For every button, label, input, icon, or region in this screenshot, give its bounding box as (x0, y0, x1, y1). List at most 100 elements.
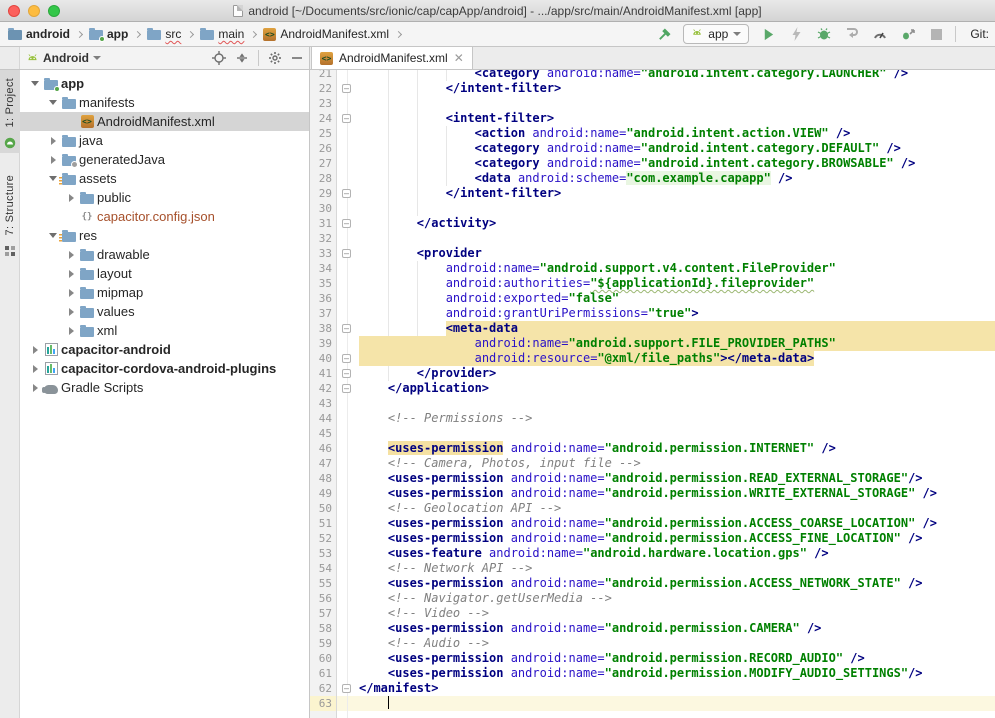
tree-item-app[interactable]: app (20, 74, 309, 93)
tree-item-gradle-scripts[interactable]: Gradle Scripts (20, 378, 309, 397)
close-icon[interactable]: ✕ (454, 52, 464, 64)
collapse-all-icon[interactable] (235, 51, 249, 65)
fold-marker-icon[interactable]: – (342, 369, 351, 378)
tree-item-generatedjava[interactable]: generatedJava (20, 150, 309, 169)
code-line-62[interactable]: 62–</manifest> (310, 681, 995, 696)
run-play-icon[interactable] (759, 25, 777, 43)
chevron-down-icon[interactable] (46, 176, 60, 181)
tree-item-layout[interactable]: layout (20, 264, 309, 283)
code-line-42[interactable]: 42–</application> (310, 381, 995, 396)
tree-item-capacitor-cordova-android-plugins[interactable]: capacitor-cordova-android-plugins (20, 359, 309, 378)
code-line-34[interactable]: 34android:name="android.support.v4.conte… (310, 261, 995, 276)
code-line-22[interactable]: 22–</intent-filter> (310, 81, 995, 96)
code-line-31[interactable]: 31–</activity> (310, 216, 995, 231)
code-editor[interactable]: 21<category android:name="android.intent… (310, 70, 995, 718)
chevron-right-icon[interactable] (64, 270, 78, 278)
stop-square-icon[interactable] (927, 25, 945, 43)
code-line-45[interactable]: 45 (310, 426, 995, 441)
tree-item-capacitor-config-json[interactable]: {}capacitor.config.json (20, 207, 309, 226)
chevron-down-icon[interactable] (46, 233, 60, 238)
fold-marker-icon[interactable]: – (342, 249, 351, 258)
project-view-selector[interactable]: Android (43, 51, 89, 65)
locate-file-icon[interactable] (212, 51, 226, 65)
tree-item-java[interactable]: java (20, 131, 309, 150)
tree-item-mipmap[interactable]: mipmap (20, 283, 309, 302)
chevron-right-icon[interactable] (28, 384, 42, 392)
hide-panel-icon[interactable] (291, 52, 303, 64)
code-line-56[interactable]: 56<!-- Navigator.getUserMedia --> (310, 591, 995, 606)
code-line-57[interactable]: 57<!-- Video --> (310, 606, 995, 621)
code-line-58[interactable]: 58<uses-permission android:name="android… (310, 621, 995, 636)
fold-marker-icon[interactable]: – (342, 684, 351, 693)
breadcrumb-item-app[interactable]: app (87, 26, 130, 42)
debug-bug-icon[interactable] (815, 25, 833, 43)
code-line-63[interactable]: 63 (310, 696, 995, 711)
tree-item-xml[interactable]: xml (20, 321, 309, 340)
chevron-right-icon[interactable] (64, 289, 78, 297)
chevron-down-icon[interactable] (46, 100, 60, 105)
code-line-51[interactable]: 51<uses-permission android:name="android… (310, 516, 995, 531)
code-line-41[interactable]: 41–</provider> (310, 366, 995, 381)
tree-item-manifests[interactable]: manifests (20, 93, 309, 112)
code-line-38[interactable]: 38–<meta-data (310, 321, 995, 336)
tree-item-res[interactable]: res (20, 226, 309, 245)
code-line-54[interactable]: 54<!-- Network API --> (310, 561, 995, 576)
code-line-60[interactable]: 60<uses-permission android:name="android… (310, 651, 995, 666)
code-line-59[interactable]: 59<!-- Audio --> (310, 636, 995, 651)
tree-item-androidmanifest-xml[interactable]: <>AndroidManifest.xml (20, 112, 309, 131)
apply-changes-lightning-icon[interactable] (787, 25, 805, 43)
chevron-right-icon[interactable] (64, 327, 78, 335)
breadcrumb-item-android[interactable]: android (6, 26, 72, 42)
code-line-50[interactable]: 50<!-- Geolocation API --> (310, 501, 995, 516)
code-line-25[interactable]: 25<action android:name="android.intent.a… (310, 126, 995, 141)
fold-marker-icon[interactable]: – (342, 384, 351, 393)
breadcrumb-item-src[interactable]: src (145, 26, 183, 42)
code-line-52[interactable]: 52<uses-permission android:name="android… (310, 531, 995, 546)
code-line-23[interactable]: 23 (310, 96, 995, 111)
code-line-33[interactable]: 33–<provider (310, 246, 995, 261)
code-line-36[interactable]: 36android:exported="false" (310, 291, 995, 306)
tree-item-capacitor-android[interactable]: capacitor-android (20, 340, 309, 359)
fold-marker-icon[interactable]: – (342, 84, 351, 93)
code-line-40[interactable]: 40–android:resource="@xml/file_paths"></… (310, 351, 995, 366)
code-line-49[interactable]: 49<uses-permission android:name="android… (310, 486, 995, 501)
code-line-55[interactable]: 55<uses-permission android:name="android… (310, 576, 995, 591)
fold-marker-icon[interactable]: – (342, 114, 351, 123)
code-line-39[interactable]: 39android:name="android.support.FILE_PRO… (310, 336, 995, 351)
code-line-47[interactable]: 47<!-- Camera, Photos, input file --> (310, 456, 995, 471)
code-line-48[interactable]: 48<uses-permission android:name="android… (310, 471, 995, 486)
fold-marker-icon[interactable]: – (342, 189, 351, 198)
fold-marker-icon[interactable]: – (342, 219, 351, 228)
coverage-arrow-icon[interactable] (843, 25, 861, 43)
chevron-right-icon[interactable] (64, 308, 78, 316)
chevron-right-icon[interactable] (28, 365, 42, 373)
code-line-46[interactable]: 46<uses-permission android:name="android… (310, 441, 995, 456)
breadcrumb-item-main[interactable]: main (198, 26, 246, 42)
run-configuration-select[interactable]: app (683, 24, 749, 44)
attach-debugger-icon[interactable] (899, 25, 917, 43)
code-line-21[interactable]: 21<category android:name="android.intent… (310, 70, 995, 81)
fold-marker-icon[interactable]: – (342, 354, 351, 363)
chevron-right-icon[interactable] (64, 251, 78, 259)
code-line-28[interactable]: 28<data android:scheme="com.example.capa… (310, 171, 995, 186)
fold-marker-icon[interactable]: – (342, 324, 351, 333)
gear-icon[interactable] (268, 51, 282, 65)
chevron-down-icon[interactable] (28, 81, 42, 86)
chevron-right-icon[interactable] (64, 194, 78, 202)
code-line-30[interactable]: 30 (310, 201, 995, 216)
code-line-61[interactable]: 61<uses-permission android:name="android… (310, 666, 995, 681)
tree-item-assets[interactable]: assets (20, 169, 309, 188)
code-line-24[interactable]: 24–<intent-filter> (310, 111, 995, 126)
breadcrumb-item-androidmanifest-xml[interactable]: <>AndroidManifest.xml (261, 26, 391, 42)
chevron-right-icon[interactable] (28, 346, 42, 354)
chevron-right-icon[interactable] (46, 137, 60, 145)
tree-item-public[interactable]: public (20, 188, 309, 207)
toolwindow-tab-project[interactable]: 1: Project (0, 70, 20, 153)
code-line-32[interactable]: 32 (310, 231, 995, 246)
code-line-27[interactable]: 27<category android:name="android.intent… (310, 156, 995, 171)
code-line-53[interactable]: 53<uses-feature android:name="android.ha… (310, 546, 995, 561)
code-line-29[interactable]: 29–</intent-filter> (310, 186, 995, 201)
tab-androidmanifest[interactable]: <> AndroidManifest.xml ✕ (311, 46, 473, 69)
code-line-43[interactable]: 43 (310, 396, 995, 411)
code-line-44[interactable]: 44<!-- Permissions --> (310, 411, 995, 426)
